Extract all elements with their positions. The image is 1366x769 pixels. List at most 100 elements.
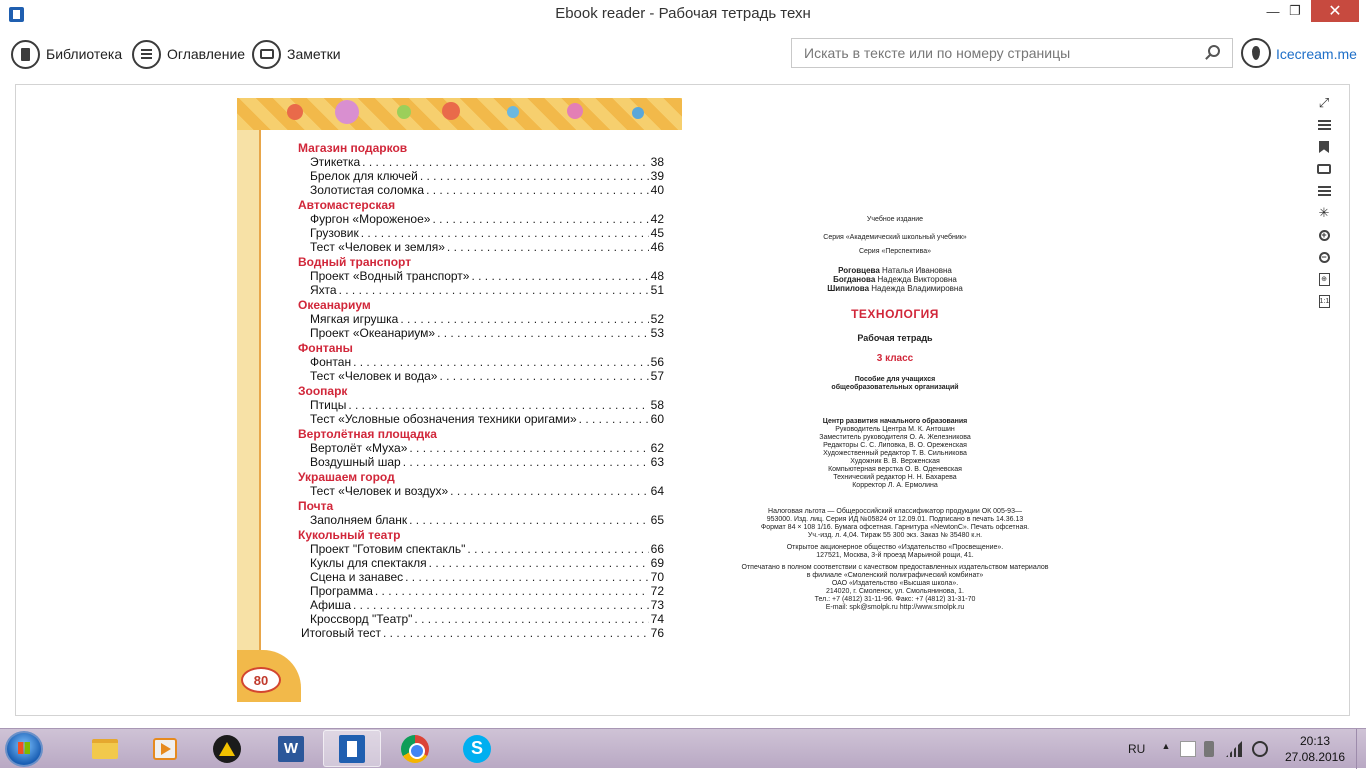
ebook-reader-taskbar-icon[interactable] [323,730,381,767]
brightness-icon[interactable]: ✳ [1313,202,1335,224]
toc-entry[interactable]: Мягкая игрушка 52 [298,312,664,326]
toc-section-heading[interactable]: Украшаем город [298,470,664,484]
search-icon[interactable] [1208,45,1220,57]
close-button[interactable]: ✕ [1311,0,1359,22]
fullscreen-icon[interactable]: ⤢ [1313,92,1335,114]
toc-entry[interactable]: Птицы 58 [298,398,664,412]
toc-entry[interactable]: Афиша 73 [298,598,664,612]
toc-section-heading[interactable]: Океанариум [298,298,664,312]
toc-section-heading[interactable]: Вертолётная площадка [298,427,664,441]
toc-entry[interactable]: Грузовик 45 [298,226,664,240]
toc-entry[interactable]: Воздушный шар 63 [298,455,664,469]
notes-button[interactable]: Заметки [252,38,341,70]
staff-line: Технический редактор Н. Н. Бахарева [833,474,957,481]
maximize-button[interactable]: ❐ [1282,0,1308,22]
edition-type: Учебное издание [866,216,924,223]
skype-taskbar-icon[interactable]: S [448,730,506,767]
zoom-in-icon[interactable]: + [1313,224,1335,246]
toc-section-heading[interactable]: Кукольный театр [298,528,664,542]
contents-button[interactable]: Оглавление [132,38,245,70]
toc-entry-title: Тест «Человек и вода» [310,369,438,383]
staff-line: Центр развития начального образования [822,418,968,425]
language-indicator[interactable]: RU [1128,729,1145,769]
action-center-icon[interactable] [1180,741,1196,757]
toc-entry[interactable]: Золотистая соломка 40 [298,183,664,197]
toc-entry[interactable]: Кроссворд "Театр" 74 [298,612,664,626]
archicad-taskbar-icon[interactable] [198,730,256,767]
brand-link[interactable]: Icecream.me [1276,46,1357,62]
toc-section-heading[interactable]: Водный транспорт [298,255,664,269]
toc-entry[interactable]: Тест «Условные обозначения техники орига… [298,412,664,426]
explorer-taskbar-icon[interactable] [76,730,134,767]
toc-section-heading[interactable]: Фонтаны [298,341,664,355]
toc-entry-page: 72 [650,584,664,598]
toc-entry[interactable]: Брелок для ключей 39 [298,169,664,183]
toc-entry[interactable]: Фургон «Мороженое» 42 [298,212,664,226]
toc-section-heading[interactable]: Зоопарк [298,384,664,398]
toc-section-heading[interactable]: Магазин подарков [298,141,664,155]
author-last-name: Шипилова [827,284,870,293]
toc-leader-dots [362,155,648,169]
toc-entry-title: Проект «Водный транспорт» [310,269,470,283]
toc-entry[interactable]: Проект "Готовим спектакль" 66 [298,542,664,556]
toc-entry[interactable]: Программа 72 [298,584,664,598]
toc-entry[interactable]: Итоговый тест 76 [298,626,664,640]
actual-size-icon[interactable]: 1:1 [1313,290,1335,312]
toc-entry[interactable]: Этикетка 38 [298,155,664,169]
toc-entry[interactable]: Яхта 51 [298,283,664,297]
page-view-icon[interactable] [1313,180,1335,202]
toc-leader-dots [579,412,649,426]
clock-date: 27.08.2016 [1284,750,1346,764]
word-taskbar-icon[interactable]: W [262,730,320,767]
fit-page-icon[interactable]: ⊕ [1313,268,1335,290]
system-clock[interactable]: 20:13 27.08.2016 [1280,733,1350,765]
contents-list-icon[interactable] [1313,114,1335,136]
toc-entry[interactable]: Проект «Океанариум» 53 [298,326,664,340]
page-margin-line [259,130,261,650]
bookmark-icon[interactable] [1313,136,1335,158]
show-desktop-button[interactable] [1356,729,1366,769]
library-button[interactable]: Библиотека [11,38,122,70]
notes-icon[interactable] [1313,158,1335,180]
media-player-taskbar-icon[interactable] [136,730,194,767]
author-first-name: Надежда Владимировна [871,284,963,293]
toc-entry[interactable]: Тест «Человек и вода» 57 [298,369,664,383]
toc-entry-page: 52 [650,312,664,326]
page-number: 80 [241,667,281,693]
toc-leader-dots [447,240,649,254]
search-input[interactable] [792,39,1192,67]
legal-line: Налоговая льгота — Общероссийский класси… [768,508,1022,515]
zoom-out-icon[interactable]: − [1313,246,1335,268]
zoom-in-icon-glyph: + [1318,229,1330,241]
toc-section-heading[interactable]: Автомастерская [298,198,664,212]
toc-entry-title: Куклы для спектакля [310,556,427,570]
toc-entry[interactable]: Проект «Водный транспорт» 48 [298,269,664,283]
icecream-logo-icon[interactable] [1241,38,1271,68]
toc-entry[interactable]: Тест «Человек и земля» 46 [298,240,664,254]
notes-icon-glyph [1317,164,1331,174]
toc-entry-title: Грузовик [310,226,359,240]
toc-entry-title: Тест «Человек и земля» [310,240,445,254]
staff-list: Центр развития начального образования Рук… [700,418,1090,490]
start-button[interactable] [5,731,43,767]
toc-entry-page: 76 [650,626,664,640]
series-line: Серия «Перспектива» [858,248,932,255]
legal-line: Формат 84 × 108 1/16. Бумага офсетная. Г… [760,524,1030,531]
legal-line: Открытое акционерное общество «Издательс… [786,544,1004,551]
toc-entry-title: Яхта [310,283,337,297]
toc-entry[interactable]: Заполняем бланк 65 [298,513,664,527]
toc-entry[interactable]: Фонтан 56 [298,355,664,369]
usb-device-icon[interactable] [1204,741,1214,757]
toc-entry-page: 65 [650,513,664,527]
toc-entry[interactable]: Вертолёт «Муха» 62 [298,441,664,455]
volume-muted-icon[interactable] [1252,741,1268,757]
toc-entry[interactable]: Тест «Человек и воздух» 64 [298,484,664,498]
tray-expand-icon[interactable]: ▲ [1158,741,1174,757]
toc-section-heading[interactable]: Почта [298,499,664,513]
toc-entry[interactable]: Куклы для спектакля 69 [298,556,664,570]
network-icon[interactable] [1226,741,1242,757]
staff-line: Компьютерная верстка О. В. Оденевская [828,466,962,473]
chrome-taskbar-icon[interactable] [386,730,444,767]
toc-entry-title: Афиша [310,598,352,612]
toc-entry[interactable]: Сцена и занавес 70 [298,570,664,584]
